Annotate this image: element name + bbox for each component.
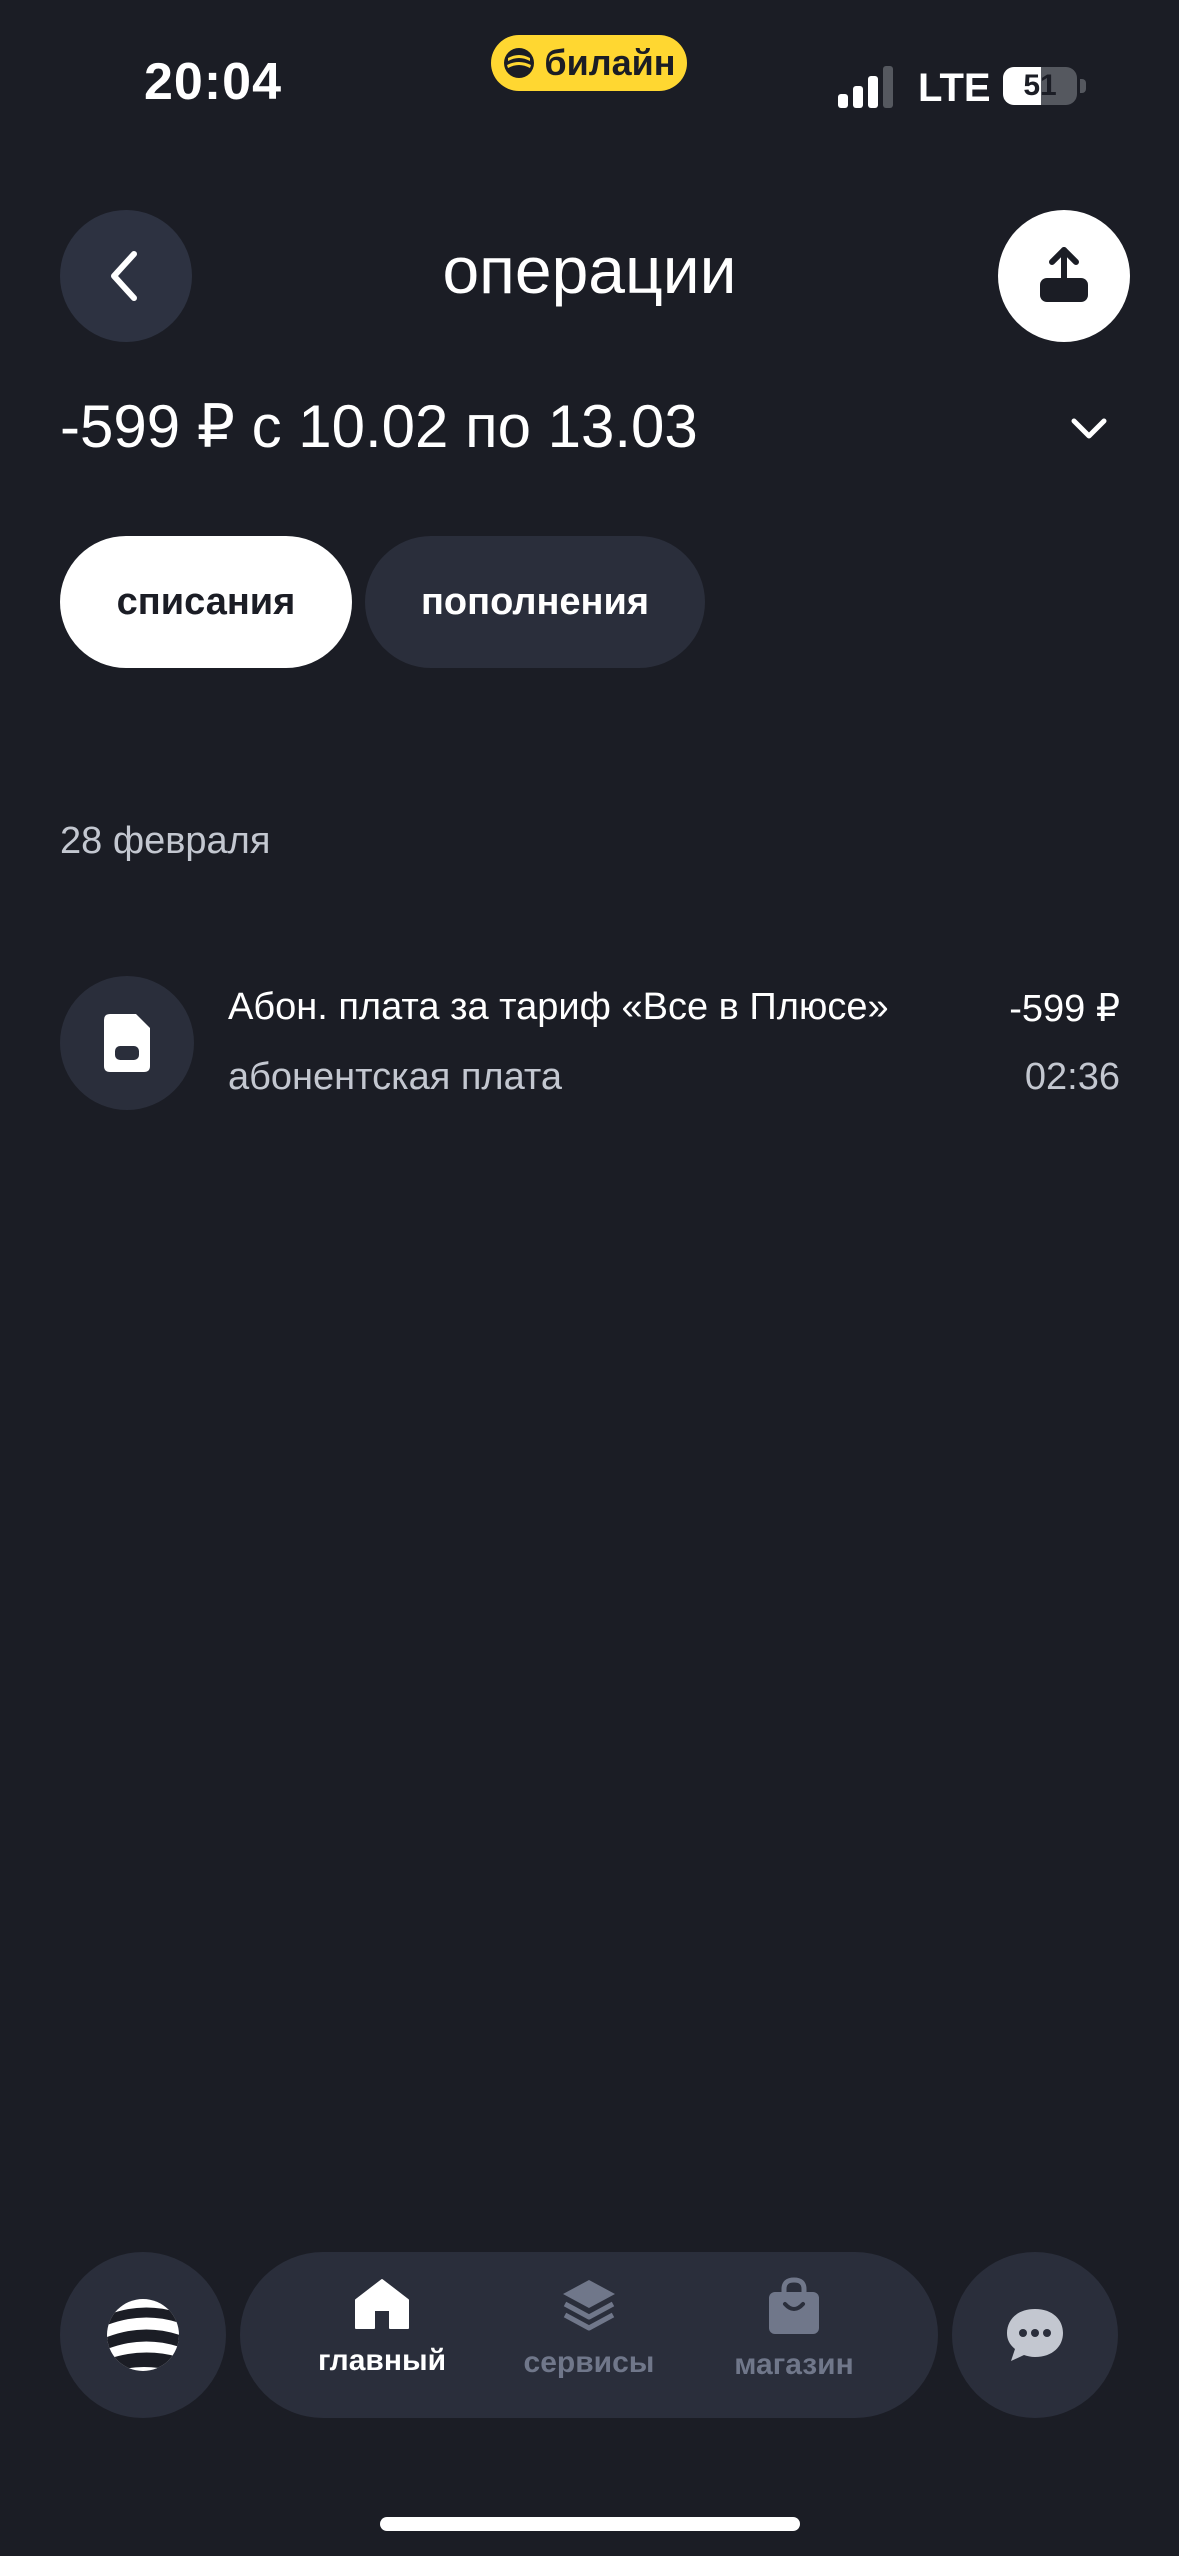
carrier-badge: билайн (491, 35, 687, 91)
beeline-logo-icon (107, 2299, 179, 2371)
chevron-down-icon (1071, 418, 1107, 439)
beeline-mini-logo-icon (504, 48, 535, 78)
operation-subtitle: абонентская плата (228, 1056, 563, 1098)
nav-label-shop: магазин (734, 2348, 854, 2381)
home-icon (355, 2279, 409, 2329)
battery-cap (1080, 79, 1086, 93)
status-time: 20:04 (144, 53, 282, 111)
sim-card-icon (104, 1014, 150, 1072)
battery-level: 51 (1023, 69, 1057, 102)
layers-icon (563, 2280, 615, 2331)
nav-beeline-button[interactable] (60, 2252, 226, 2418)
filter-debits-tab[interactable]: списания (60, 536, 352, 668)
share-button[interactable] (998, 210, 1130, 342)
nav-label-home: главный (317, 2344, 447, 2377)
period-toggle-button[interactable] (1060, 400, 1118, 458)
filter-credits-tab[interactable]: пополнения (365, 536, 705, 668)
chat-icon (1007, 2309, 1063, 2361)
operation-row[interactable]: Абон. плата за тариф «Все в Плюсе» абоне… (60, 976, 1120, 1110)
operation-icon-container (60, 976, 194, 1110)
nav-item-services[interactable]: сервисы (499, 2276, 679, 2396)
network-type: LTE (918, 66, 991, 110)
operation-amount: -599 ₽ (1009, 988, 1120, 1030)
cellular-signal-icon (838, 66, 893, 108)
bottom-nav-bar: главный сервисы магазин (240, 2252, 938, 2418)
date-group-header: 28 февраля (60, 820, 271, 862)
nav-label-services: сервисы (523, 2346, 655, 2379)
nav-chat-button[interactable] (952, 2252, 1118, 2418)
shopping-bag-icon (769, 2277, 819, 2334)
upload-icon (1040, 247, 1088, 302)
home-indicator[interactable] (380, 2517, 800, 2531)
nav-item-shop[interactable]: магазин (704, 2276, 884, 2396)
battery-icon: 51 (1003, 67, 1077, 105)
period-summary: -599 ₽ с 10.02 по 13.03 (60, 393, 698, 460)
operation-title: Абон. плата за тариф «Все в Плюсе» (228, 986, 889, 1028)
carrier-name: билайн (544, 42, 676, 83)
operation-time: 02:36 (1024, 1056, 1120, 1098)
operations-screen: 20:04 билайн LTE 51 операции -599 ₽ с 10… (0, 0, 1179, 2556)
nav-item-home[interactable]: главный (292, 2276, 472, 2396)
